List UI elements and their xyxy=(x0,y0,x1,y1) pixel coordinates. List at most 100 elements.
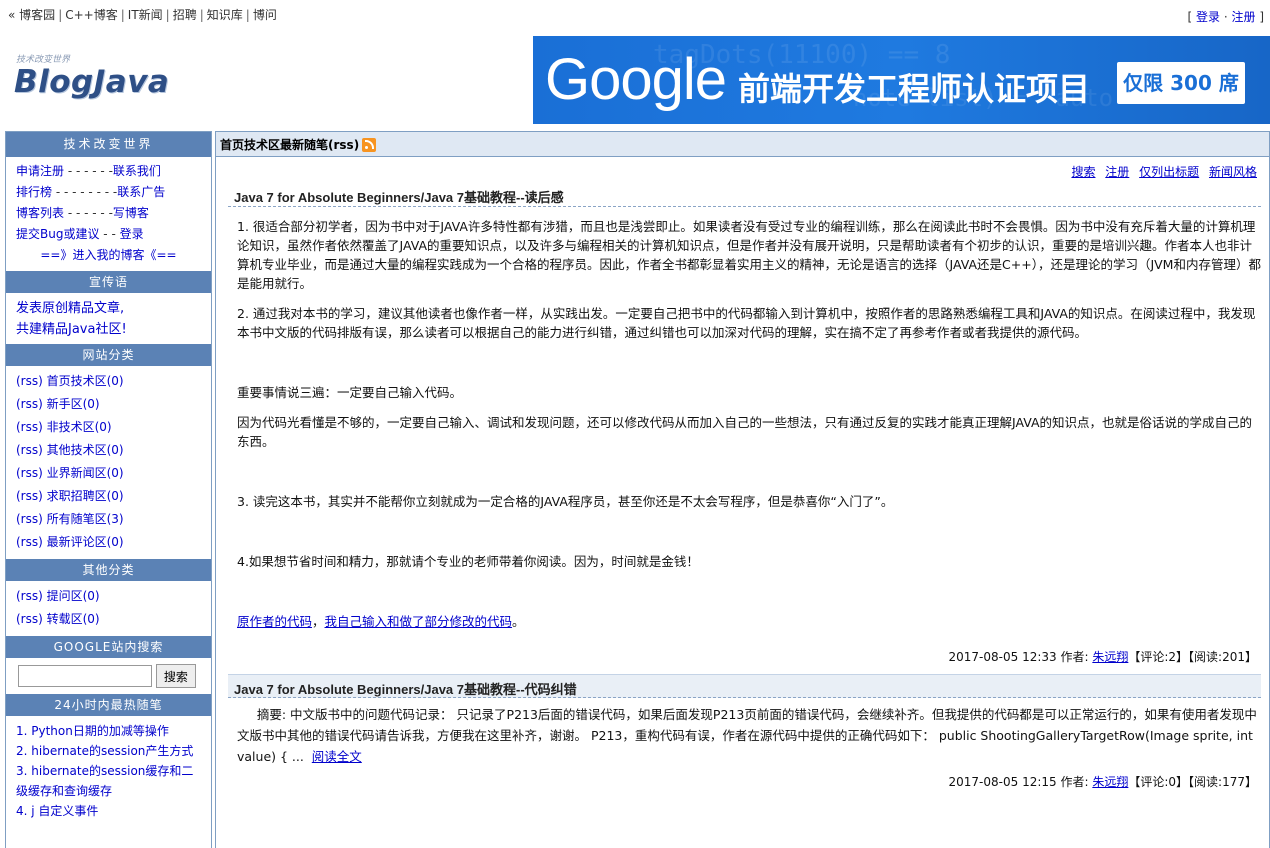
sidebar-link-row: 博客列表 - - - - - -写博客 xyxy=(16,203,201,224)
post-paragraph: 4.如果想节省时间和精力，那就请个专业的老师带着你阅读。因为，时间就是金钱！ xyxy=(237,554,699,569)
promo-text: 发表原创精品文章, 共建精品Java社区! xyxy=(6,293,211,344)
post-stats: 【评论:2】【阅读:201】 xyxy=(1128,650,1257,664)
separator: | xyxy=(245,8,250,22)
submit-bug-link[interactable]: 提交Bug或建议 xyxy=(16,227,99,241)
rss-icon[interactable] xyxy=(362,138,377,152)
top-nav-cnblogs[interactable]: 博客园 xyxy=(19,8,55,22)
site-logo[interactable]: BlogJava xyxy=(14,64,169,100)
period: 。 xyxy=(512,614,525,629)
main-links: 搜索 注册 仅列出标题 新闻风格 xyxy=(216,157,1269,183)
sidebar-link-row: 提交Bug或建议 - - 登录 xyxy=(16,224,201,245)
comma: ， xyxy=(312,614,325,629)
main-heading-text[interactable]: 首页技术区最新随笔(rss) xyxy=(220,138,359,152)
bracket-close: ] xyxy=(1259,10,1264,24)
sidebar: 技术改变世界 申请注册 - - - - - -联系我们 排行榜 - - - - … xyxy=(5,131,212,848)
author-link[interactable]: 朱远翔 xyxy=(1092,775,1128,789)
separator: | xyxy=(58,8,63,22)
top-nav: « 博客园 | C++博客 | IT新闻 | 招聘 | 知识库 | 博问 xyxy=(8,6,277,23)
post-title[interactable]: Java 7 for Absolute Beginners/Java 7基础教程… xyxy=(228,183,1261,207)
top-nav-itnews[interactable]: IT新闻 xyxy=(128,8,163,22)
blog-list-link[interactable]: 博客列表 xyxy=(16,206,64,220)
write-blog-link[interactable]: 写博客 xyxy=(113,206,149,220)
top-nav-prefix: « xyxy=(8,8,16,22)
post-paragraph: 重要事情说三遍：一定要自己输入代码。 xyxy=(237,385,463,400)
apply-register-link[interactable]: 申请注册 xyxy=(16,164,64,178)
site-category-list: (rss) 首页技术区(0) (rss) 新手区(0) (rss) 非技术区(0… xyxy=(6,366,211,559)
titles-only-link[interactable]: 仅列出标题 xyxy=(1139,165,1199,179)
post-time: 2017-08-05 12:33 作者: xyxy=(948,650,1089,664)
sidebar-login-link[interactable]: 登录 xyxy=(120,227,144,241)
category-link[interactable]: (rss) 新手区(0) xyxy=(16,397,100,411)
dashes: - - - - - - - - xyxy=(55,185,118,199)
author-link[interactable]: 朱远翔 xyxy=(1092,650,1128,664)
category-link[interactable]: (rss) 其他技术区(0) xyxy=(16,443,124,457)
top-nav-q[interactable]: 博问 xyxy=(253,8,277,22)
news-style-link[interactable]: 新闻风格 xyxy=(1209,165,1257,179)
site-search: 搜索 xyxy=(6,658,211,694)
post-footer: 2017-08-05 12:15 作者: 朱远翔【评论:0】【阅读:177】 xyxy=(216,767,1269,799)
separator: | xyxy=(120,8,125,22)
original-code-link[interactable]: 原作者的代码 xyxy=(237,614,312,629)
post-paragraph: 3. 读完这本书，其实并不能帮你立刻就成为一定合格的JAVA程序员，甚至你还是不… xyxy=(237,494,894,509)
dashes: - - xyxy=(103,227,116,241)
contact-us-link[interactable]: 联系我们 xyxy=(113,164,161,178)
sidebar-links: 申请注册 - - - - - -联系我们 排行榜 - - - - - - - -… xyxy=(6,157,211,271)
post-paragraph: 因为代码光看懂是不够的，一定要自己输入、调试和发现问题，还可以修改代码从而加入自… xyxy=(237,415,1253,449)
separator: | xyxy=(165,8,170,22)
top-nav-cppblog[interactable]: C++博客 xyxy=(65,8,118,22)
register-link[interactable]: 注册 xyxy=(1231,10,1255,24)
sidebar-link-row: 申请注册 - - - - - -联系我们 xyxy=(16,161,201,182)
post-body: 1. 很适合部分初学者，因为书中对于JAVA许多特性都有涉猎，而且也是浅尝即止。… xyxy=(216,207,1269,631)
login-box: [ 登录 · 注册 ] xyxy=(1187,8,1264,25)
banner-brand: Google xyxy=(545,47,727,112)
post-title[interactable]: Java 7 for Absolute Beginners/Java 7基础教程… xyxy=(228,674,1261,698)
my-code-link[interactable]: 我自己输入和做了部分修改的代码 xyxy=(325,614,513,629)
top-nav-jobs[interactable]: 招聘 xyxy=(173,8,197,22)
search-link[interactable]: 搜索 xyxy=(1071,165,1095,179)
ranking-link[interactable]: 排行榜 xyxy=(16,185,52,199)
promo-line: 共建精品Java社区! xyxy=(16,322,127,337)
dashes: - - - - - - xyxy=(67,206,113,220)
contact-ads-link[interactable]: 联系广告 xyxy=(117,185,165,199)
promo-heading: 宣传语 xyxy=(6,271,211,293)
main-content: 首页技术区最新随笔(rss) 搜索 注册 仅列出标题 新闻风格 Java 7 f… xyxy=(215,131,1270,848)
sidebar-link-row: 排行榜 - - - - - - - -联系广告 xyxy=(16,182,201,203)
dot-separator: · xyxy=(1223,10,1228,24)
post-time: 2017-08-05 12:15 作者: xyxy=(948,775,1089,789)
category-link[interactable]: (rss) 转载区(0) xyxy=(16,612,100,626)
register-link[interactable]: 注册 xyxy=(1105,165,1129,179)
sidebar-title: 技术改变世界 xyxy=(6,132,211,157)
hot-post-link[interactable]: 3. hibernate的session缓存和二级缓存和查询缓存 xyxy=(16,764,193,798)
search-heading: GOOGLE站内搜索 xyxy=(6,636,211,658)
category-link[interactable]: (rss) 首页技术区(0) xyxy=(16,374,124,388)
post-code-links: 原作者的代码，我自己输入和做了部分修改的代码。 xyxy=(237,612,1261,631)
site-category-heading: 网站分类 xyxy=(6,344,211,366)
hot-posts-list: 1. Python日期的加减等操作 2. hibernate的session产生… xyxy=(6,716,211,826)
banner-badge: 仅限 300 席 xyxy=(1117,62,1245,104)
hot-post-link[interactable]: 1. Python日期的加减等操作 xyxy=(16,724,169,738)
ad-banner[interactable]: tagDots(11100) == 8 note-list) = "auto" … xyxy=(533,36,1270,124)
main-heading: 首页技术区最新随笔(rss) xyxy=(216,132,1269,157)
top-nav-kb[interactable]: 知识库 xyxy=(207,8,243,22)
category-link[interactable]: (rss) 求职招聘区(0) xyxy=(16,489,124,503)
hot-post-link[interactable]: 4. j 自定义事件 xyxy=(16,804,98,818)
login-link[interactable]: 登录 xyxy=(1196,10,1220,24)
category-link[interactable]: (rss) 业界新闻区(0) xyxy=(16,466,124,480)
post-stats: 【评论:0】【阅读:177】 xyxy=(1128,775,1257,789)
post-paragraph: 1. 很适合部分初学者，因为书中对于JAVA许多特性都有涉猎，而且也是浅尝即止。… xyxy=(237,219,1261,291)
banner-headline: 前端开发工程师认证项目 xyxy=(738,70,1091,108)
post-footer: 2017-08-05 12:33 作者: 朱远翔【评论:2】【阅读:201】 xyxy=(216,642,1269,674)
category-link[interactable]: (rss) 最新评论区(0) xyxy=(16,535,124,549)
excerpt-text: 摘要: 中文版书中的问题代码记录： 只记录了P213后面的错误代码，如果后面发现… xyxy=(237,707,1257,764)
hot-posts-heading: 24小时内最热随笔 xyxy=(6,694,211,716)
top-bar: « 博客园 | C++博客 | IT新闻 | 招聘 | 知识库 | 博问 [ 登录 · 注册 ] xyxy=(0,0,1270,30)
category-link[interactable]: (rss) 提问区(0) xyxy=(16,589,100,603)
category-link[interactable]: (rss) 非技术区(0) xyxy=(16,420,112,434)
search-button[interactable]: 搜索 xyxy=(155,664,196,688)
separator: | xyxy=(199,8,204,22)
search-input[interactable] xyxy=(18,665,152,687)
enter-my-blog-link[interactable]: ==》进入我的博客《== xyxy=(40,248,176,262)
read-more-link[interactable]: 阅读全文 xyxy=(312,749,362,764)
hot-post-link[interactable]: 2. hibernate的session产生方式 xyxy=(16,744,193,758)
category-link[interactable]: (rss) 所有随笔区(3) xyxy=(16,512,124,526)
